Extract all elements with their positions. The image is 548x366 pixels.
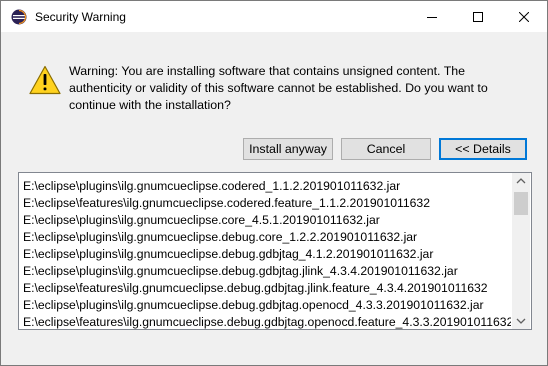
chevron-down-icon	[516, 318, 526, 324]
chevron-up-icon	[516, 178, 526, 184]
list-item[interactable]: E:\eclipse\plugins\ilg.gnumcueclipse.cod…	[23, 178, 511, 195]
warning-message-line: continue with the installation?	[69, 98, 231, 112]
warning-triangle-icon	[29, 65, 61, 95]
cancel-button[interactable]: Cancel	[341, 138, 431, 160]
list-item[interactable]: E:\eclipse\features\ilg.gnumcueclipse.de…	[23, 280, 511, 297]
close-button[interactable]	[501, 1, 547, 32]
unsigned-content-list[interactable]: E:\eclipse\plugins\ilg.gnumcueclipse.cod…	[18, 172, 532, 330]
eclipse-app-icon	[11, 9, 27, 25]
list-item[interactable]: E:\eclipse\plugins\ilg.gnumcueclipse.deb…	[23, 297, 511, 314]
vertical-scrollbar[interactable]	[512, 173, 530, 329]
list-item[interactable]: E:\eclipse\plugins\ilg.gnumcueclipse.cor…	[23, 212, 511, 229]
close-icon	[519, 11, 529, 22]
install-anyway-button[interactable]: Install anyway	[243, 138, 333, 160]
scroll-up-button[interactable]	[512, 173, 530, 190]
maximize-button[interactable]	[455, 1, 501, 32]
minimize-icon	[427, 16, 437, 18]
scroll-down-button[interactable]	[512, 312, 530, 329]
maximize-icon	[473, 11, 483, 22]
scrollbar-thumb[interactable]	[514, 192, 528, 215]
list-item[interactable]: E:\eclipse\features\ilg.gnumcueclipse.de…	[23, 314, 511, 329]
details-button[interactable]: << Details	[439, 138, 527, 160]
list-rows: E:\eclipse\plugins\ilg.gnumcueclipse.cod…	[23, 178, 511, 329]
list-item[interactable]: E:\eclipse\plugins\ilg.gnumcueclipse.deb…	[23, 263, 511, 280]
warning-message: Warning: You are installing software tha…	[69, 63, 529, 114]
warning-message-line: Warning: You are installing software tha…	[69, 64, 466, 78]
security-warning-dialog: Security Warning Warning: You are instal…	[0, 0, 548, 366]
warning-message-line: authenticity or validity of this softwar…	[69, 81, 488, 95]
window-title: Security Warning	[35, 10, 126, 24]
title-bar[interactable]: Security Warning	[1, 1, 547, 32]
minimize-button[interactable]	[409, 1, 455, 32]
list-item[interactable]: E:\eclipse\features\ilg.gnumcueclipse.co…	[23, 195, 511, 212]
list-item[interactable]: E:\eclipse\plugins\ilg.gnumcueclipse.deb…	[23, 246, 511, 263]
list-item[interactable]: E:\eclipse\plugins\ilg.gnumcueclipse.deb…	[23, 229, 511, 246]
